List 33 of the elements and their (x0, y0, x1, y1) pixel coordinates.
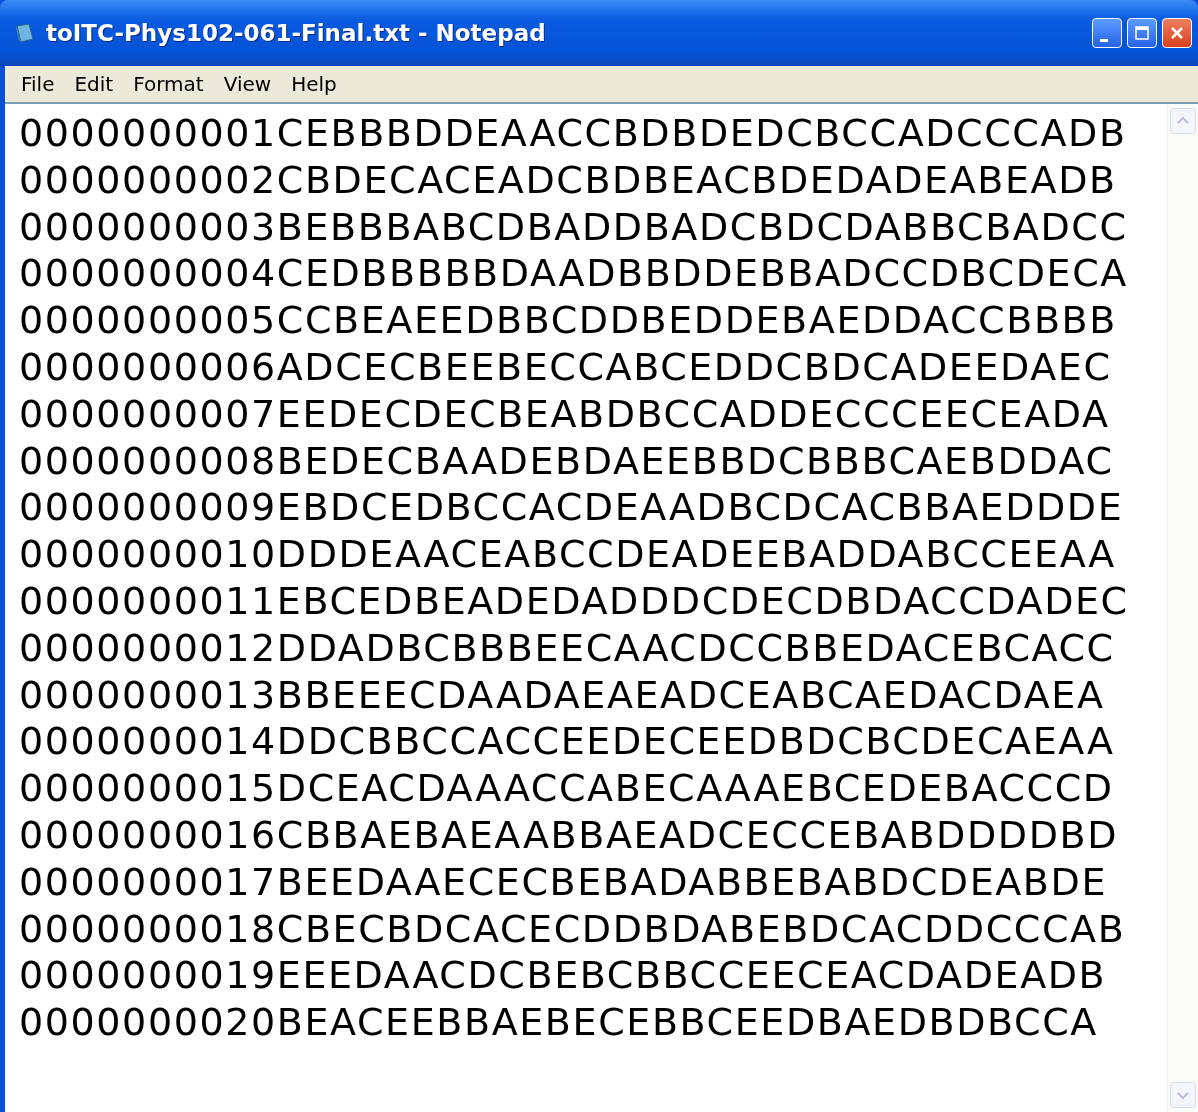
close-icon (1169, 25, 1185, 41)
text-line: 0000000011EBCEDBEADEDADDDCDECDBDACCDADEC (19, 577, 1129, 625)
minimize-icon (1100, 38, 1108, 42)
text-line: 0000000001CEBBBDDEAACCBDBDEDCBCCADCCCADB (19, 110, 1127, 157)
notepad-icon (14, 22, 36, 44)
text-line: 0000000002CBDECACEADCBDBEACBDEDADEABEADB (19, 156, 1117, 204)
text-line: 0000000016CBBAEBAEAABBAEADCECCEBABDDDDBD (19, 811, 1119, 859)
text-line: 0000000014DDCBBCCACCEEDECEEDBDCBCDECAEAA (19, 718, 1115, 766)
menu-item[interactable]: Format (125, 70, 212, 98)
text-line: 0000000018CBECBDCACECDDBDABEBDCACDDCCCAB (19, 905, 1126, 953)
text-line: 0000000006ADCECBEEBECCABCEDDCBDCADEEDAEC (19, 344, 1112, 391)
text-line: 0000000017BEEDAAECECBEBADABBEBABDCDEABDE (19, 858, 1107, 906)
close-button[interactable] (1162, 18, 1192, 48)
text-line: 0000000019EEEDAACDCBEBCBBCCEECEACDADEADB (19, 952, 1107, 1000)
menu-item[interactable]: View (215, 70, 280, 98)
text-line: 0000000009EBDCEDBCCACDEAADBCDCACBBAEDDDE (19, 484, 1124, 532)
menu-item[interactable]: File (13, 70, 63, 98)
text-line: 0000000013BBEEECDAADAEAEADCEABCAEDACDAEA (19, 671, 1105, 719)
text-line: 0000000007EEDECDECBEABDBCCADDECCCEECEADA (19, 390, 1110, 438)
window-title: toITC-Phys102-061-Final.txt - Notepad (46, 20, 547, 46)
minimize-button[interactable] (1092, 18, 1122, 48)
text-line: 0000000005CCBEAEEDBBCDDBEDDEBAEDDACCBBBB (19, 297, 1117, 344)
text-line: 0000000010DDDEAACEABCCDEADEEBADDABCCEEAA (19, 531, 1116, 578)
menu-item[interactable]: Edit (66, 70, 122, 98)
text-line: 0000000003BEBBBABCDBADDBADCBDCDABBCBADCC (19, 203, 1128, 251)
text-line: 0000000012DDADBCBBBEECAACDCCBBEDACEBCACC (19, 624, 1115, 672)
text-line: 0000000004CEDBBBBBDAADBBDDEBBADCCDBCDECA (19, 250, 1128, 298)
maximize-button[interactable] (1127, 18, 1157, 48)
menu-item[interactable]: Help (283, 70, 345, 98)
maximize-icon (1134, 25, 1150, 41)
text-line: 0000000008BEDECBAADEBDAEEBBDCBBBCAEBDDAC (19, 437, 1114, 485)
text-line: 0000000015DCEACDAAACCABECAAAEBCEDEBACCCD (19, 765, 1114, 812)
text-line: 0000000020BEACEEBBAEBECEBBCEEDBAEDBDBCCA (19, 999, 1098, 1046)
